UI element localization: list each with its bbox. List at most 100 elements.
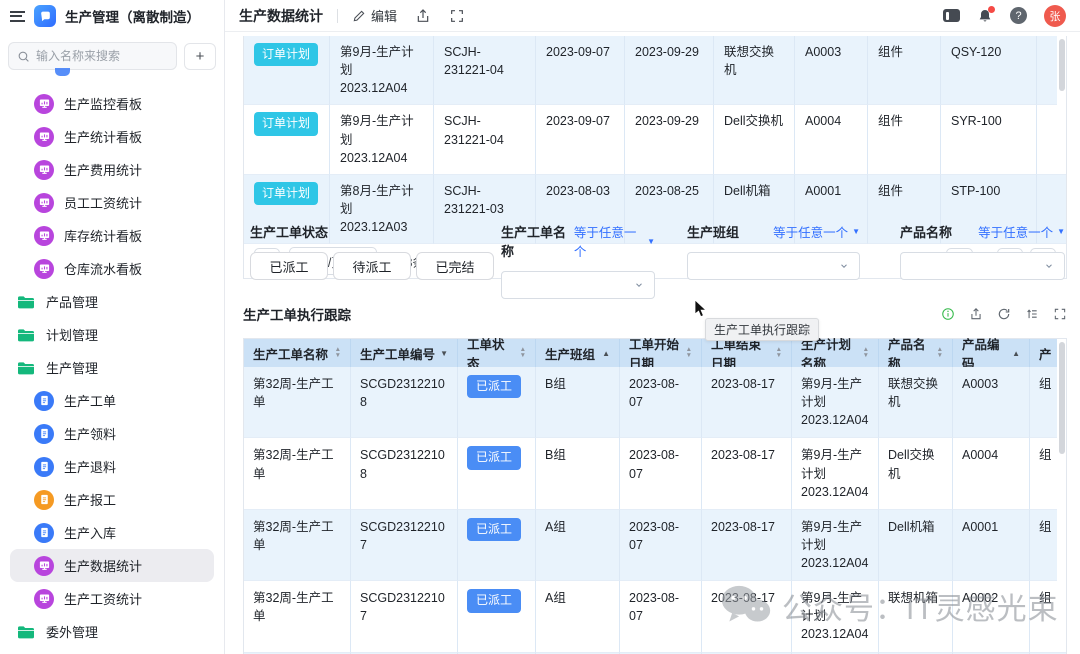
dashboard-icon bbox=[34, 226, 54, 246]
sidebar-item-production-data-stats[interactable]: 生产数据统计 bbox=[10, 549, 214, 582]
app-root: 生产管理（离散制造） + 生产监控看板 生产统计看板 生产费用统计 员工工资统计… bbox=[0, 0, 1080, 654]
sidebar-item-production-inbound[interactable]: 生产入库 bbox=[0, 516, 224, 549]
chevron-down-icon bbox=[1043, 260, 1055, 272]
team-select[interactable] bbox=[687, 252, 860, 280]
chevron-down-icon bbox=[633, 279, 645, 291]
refresh-icon[interactable] bbox=[997, 307, 1011, 321]
sidebar-item-production-material-pick[interactable]: 生产领料 bbox=[0, 417, 224, 450]
table-row[interactable]: 第32周-生产工单 SCGD23122108 已派工 B组 2023-08-07… bbox=[244, 438, 1066, 509]
sidebar-item-inventory-stats-board[interactable]: 库存统计看板 bbox=[0, 219, 224, 252]
search-input[interactable] bbox=[36, 49, 168, 63]
sidebar-nav: 生产监控看板 生产统计看板 生产费用统计 员工工资统计 库存统计看板 仓库流水看… bbox=[0, 87, 224, 654]
table-header-row: 生产工单名称▲▼ 生产工单编号▼ 工单状态▲▼ 生产班组▲ 工单开始日期▲▼ 工… bbox=[244, 339, 1066, 367]
sidebar-search-row: + bbox=[0, 32, 224, 76]
table-row[interactable]: 订单计划 第9月-生产计划 2023.12A04 SCJH-231221-04 … bbox=[244, 105, 1066, 174]
partial-item-icon bbox=[55, 68, 70, 76]
document-icon bbox=[34, 523, 54, 543]
column-header[interactable]: 生产计划名称▲▼ bbox=[792, 339, 879, 367]
dashboard-icon bbox=[34, 94, 54, 114]
document-icon bbox=[34, 391, 54, 411]
sidebar-item-admin-backend[interactable]: 管理后台 bbox=[0, 648, 224, 654]
sidebar-item-production-workorder[interactable]: 生产工单 bbox=[0, 384, 224, 417]
sidebar-item-production-material-return[interactable]: 生产退料 bbox=[0, 450, 224, 483]
add-button[interactable]: + bbox=[184, 43, 216, 70]
sidebar-item-plan-management[interactable]: 计划管理 bbox=[0, 318, 224, 351]
operator-link[interactable]: 等于任意一个▼ bbox=[574, 222, 655, 260]
table-row[interactable]: 订单计划 第9月-生产计划 2023.12A04 SCJH-231221-04 … bbox=[244, 36, 1066, 105]
info-icon[interactable] bbox=[941, 307, 955, 321]
column-header[interactable]: 产品名称▲▼ bbox=[879, 339, 953, 367]
table-row[interactable]: 第32周-生产工单 SCGD23122107 已派工 A组 2023-08-07… bbox=[244, 581, 1066, 652]
sidebar-toggle-icon[interactable] bbox=[943, 9, 960, 22]
mouse-cursor-icon bbox=[694, 299, 708, 319]
folder-icon bbox=[16, 294, 36, 310]
notification-bell-icon[interactable] bbox=[977, 8, 993, 24]
column-header[interactable]: 工单结束日期▲▼ bbox=[702, 339, 792, 367]
column-header[interactable]: 生产工单编号▼ bbox=[351, 339, 458, 367]
export-icon[interactable] bbox=[969, 307, 983, 321]
workorder-name-select[interactable] bbox=[501, 271, 655, 299]
table-row[interactable]: 第32周-生产工单 SCGD23122108 已派工 B组 2023-08-07… bbox=[244, 367, 1066, 438]
sidebar-item-outsourcing-management[interactable]: 委外管理 bbox=[0, 615, 224, 648]
status-filter-pending[interactable]: 待派工 bbox=[333, 252, 411, 280]
status-badge: 已派工 bbox=[467, 446, 521, 469]
pencil-icon bbox=[352, 9, 366, 23]
document-icon bbox=[34, 424, 54, 444]
sidebar-item-production-report-work[interactable]: 生产报工 bbox=[0, 483, 224, 516]
fullscreen-icon[interactable] bbox=[1053, 307, 1067, 321]
chevron-down-icon bbox=[838, 260, 850, 272]
scrollbar-thumb[interactable] bbox=[1059, 342, 1065, 454]
sidebar-header: 生产管理（离散制造） bbox=[0, 0, 224, 32]
plan-type-badge: 订单计划 bbox=[254, 112, 318, 135]
operator-link[interactable]: 等于任意一个▼ bbox=[773, 222, 860, 241]
status-filter-finished[interactable]: 已完结 bbox=[416, 252, 494, 280]
sidebar-item-production-management[interactable]: 生产管理 bbox=[0, 351, 224, 384]
column-header[interactable]: 产品编码▲ bbox=[953, 339, 1030, 367]
sidebar-item-product-management[interactable]: 产品管理 bbox=[0, 285, 224, 318]
sidebar-item-production-cost-stats[interactable]: 生产费用统计 bbox=[0, 153, 224, 186]
hamburger-menu-icon[interactable] bbox=[10, 11, 25, 22]
edit-button[interactable]: 编辑 bbox=[352, 6, 397, 25]
caret-down-icon: ▼ bbox=[852, 227, 860, 236]
document-icon bbox=[34, 457, 54, 477]
tooltip: 生产工单执行跟踪 bbox=[705, 318, 819, 341]
avatar[interactable]: 张 bbox=[1044, 5, 1066, 27]
search-box[interactable] bbox=[8, 42, 177, 70]
workorder-name-filter: 生产工单名称 等于任意一个▼ bbox=[501, 222, 655, 299]
workorder-status-filter: 生产工单状态 已派工 待派工 已完结 bbox=[250, 222, 494, 280]
sidebar-item-warehouse-flow-board[interactable]: 仓库流水看板 bbox=[0, 252, 224, 285]
column-header[interactable]: 工单开始日期▲▼ bbox=[620, 339, 702, 367]
vertical-scrollbar[interactable] bbox=[1057, 36, 1066, 170]
plan-type-badge: 订单计划 bbox=[254, 43, 318, 66]
section-title: 生产工单执行跟踪 bbox=[243, 304, 351, 324]
row-height-icon[interactable] bbox=[1025, 307, 1039, 321]
sidebar-item-production-monitor-board[interactable]: 生产监控看板 bbox=[0, 87, 224, 120]
status-badge: 已派工 bbox=[467, 589, 521, 612]
vertical-scrollbar[interactable] bbox=[1057, 339, 1066, 619]
status-filter-dispatched[interactable]: 已派工 bbox=[250, 252, 328, 280]
sidebar-item-production-wage-stats[interactable]: 生产工资统计 bbox=[0, 582, 224, 615]
help-icon[interactable]: ? bbox=[1010, 7, 1027, 24]
fullscreen-icon[interactable] bbox=[449, 8, 465, 24]
column-header[interactable]: 生产班组▲ bbox=[536, 339, 620, 367]
status-badge: 已派工 bbox=[467, 375, 521, 398]
table-row[interactable]: 第32周-生产工单 SCGD23122107 已派工 A组 2023-08-07… bbox=[244, 510, 1066, 581]
sidebar-item-production-stats-board[interactable]: 生产统计看板 bbox=[0, 120, 224, 153]
plan-type-badge: 订单计划 bbox=[254, 182, 318, 205]
topbar: 生产数据统计 编辑 ? 张 bbox=[225, 0, 1080, 32]
column-header[interactable]: 生产工单名称▲▼ bbox=[244, 339, 351, 367]
tracking-section: 生产工单执行跟踪 生产工单名称▲▼ 生产工单编号▼ 工单状态▲▼ 生产班组▲ 工… bbox=[243, 303, 1067, 654]
folder-icon bbox=[16, 360, 36, 376]
dashboard-icon bbox=[34, 127, 54, 147]
scrollbar-thumb[interactable] bbox=[1059, 39, 1065, 91]
caret-down-icon: ▼ bbox=[1057, 227, 1065, 236]
dashboard-icon bbox=[34, 160, 54, 180]
column-header[interactable]: 工单状态▲▼ bbox=[458, 339, 536, 367]
operator-link[interactable]: 等于任意一个▼ bbox=[978, 222, 1065, 241]
dashboard-icon bbox=[34, 259, 54, 279]
sidebar-item-employee-wage-stats[interactable]: 员工工资统计 bbox=[0, 186, 224, 219]
product-name-filter: 产品名称 等于任意一个▼ bbox=[900, 222, 1065, 280]
product-name-select[interactable] bbox=[900, 252, 1065, 280]
sidebar: 生产管理（离散制造） + 生产监控看板 生产统计看板 生产费用统计 员工工资统计… bbox=[0, 0, 225, 654]
share-icon[interactable] bbox=[415, 8, 431, 24]
